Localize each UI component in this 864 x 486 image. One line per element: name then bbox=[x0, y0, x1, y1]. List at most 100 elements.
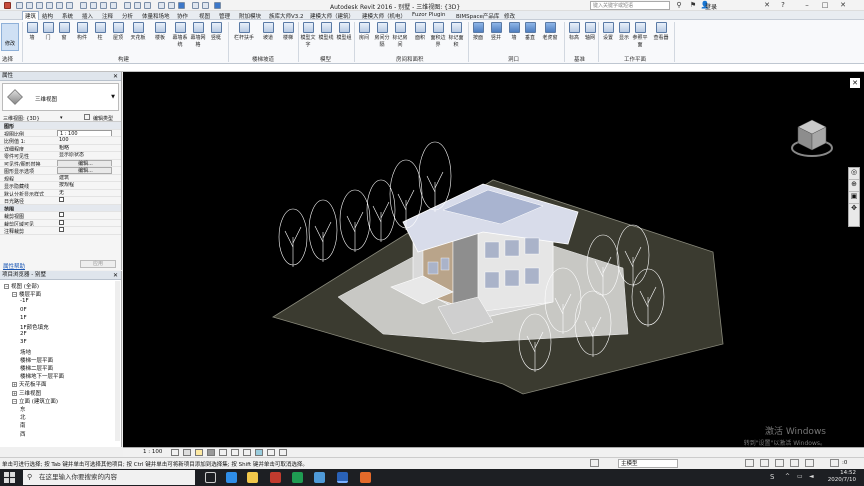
browser-tree-item[interactable]: + 三维视图 bbox=[12, 389, 41, 397]
property-row[interactable]: 详细程度 粗略 bbox=[0, 145, 121, 152]
editable-only-icon[interactable] bbox=[745, 459, 754, 467]
property-row[interactable]: 默认分析显示样式无 bbox=[0, 190, 121, 197]
viewer-button[interactable]: 查看器 bbox=[650, 22, 672, 41]
vertical-opening-button[interactable]: 垂直 bbox=[522, 22, 538, 41]
window-cascade-icon[interactable] bbox=[202, 2, 209, 9]
tab-systems[interactable]: 系统 bbox=[62, 12, 73, 20]
cursor-highlight-icon[interactable] bbox=[214, 2, 221, 9]
stair-button[interactable]: 楼梯 bbox=[280, 22, 296, 41]
reveal-hidden-icon[interactable] bbox=[279, 449, 287, 456]
pan-icon[interactable]: ✥ bbox=[849, 204, 859, 216]
app-icon-blue[interactable] bbox=[314, 472, 325, 483]
tab-annotate[interactable]: 注释 bbox=[102, 12, 113, 20]
property-checkbox-cell[interactable] bbox=[57, 227, 112, 234]
railing-button[interactable]: 栏杆扶手 bbox=[232, 22, 256, 41]
temp-hide-icon[interactable] bbox=[267, 449, 275, 456]
property-row[interactable]: 视图比例 1 : 100 bbox=[0, 129, 121, 137]
property-value[interactable]: 建筑 bbox=[57, 175, 112, 182]
property-row[interactable]: 可见性/图形替换 编辑... bbox=[0, 159, 121, 167]
viewcube[interactable] bbox=[788, 112, 836, 160]
print-icon[interactable] bbox=[66, 2, 73, 9]
file-explorer-icon[interactable] bbox=[247, 472, 258, 483]
browser-tree-item[interactable]: 场地 bbox=[20, 348, 31, 356]
door-button[interactable]: 门 bbox=[40, 22, 56, 41]
property-value[interactable]: 按规程 bbox=[57, 182, 112, 189]
modify-button[interactable]: 修改 bbox=[1, 23, 19, 51]
view-scale[interactable]: 1 : 100 bbox=[143, 449, 162, 455]
browser-tree-item[interactable]: 西 bbox=[20, 430, 26, 438]
area-boundary-button[interactable]: 面积边界 bbox=[430, 22, 446, 48]
wall-opening-button[interactable]: 墙 bbox=[506, 22, 522, 41]
redo-icon[interactable] bbox=[56, 2, 63, 9]
drag-on-selection-icon[interactable] bbox=[805, 459, 814, 467]
tray-chevron-icon[interactable]: ^ bbox=[785, 473, 790, 480]
area-button[interactable]: 面积 bbox=[412, 22, 428, 41]
component-button[interactable]: 构件 bbox=[74, 22, 90, 41]
tab-collaborate[interactable]: 协作 bbox=[177, 12, 188, 20]
checkbox[interactable] bbox=[59, 219, 64, 225]
close-hidden-windows-icon[interactable] bbox=[158, 2, 165, 9]
browser-tree-item[interactable]: 0F bbox=[20, 307, 27, 313]
tab-addins[interactable]: 附加模块 bbox=[239, 12, 261, 20]
detail-level-icon[interactable] bbox=[171, 449, 179, 456]
property-row[interactable]: 零件可见性 显示原状态 bbox=[0, 152, 121, 160]
property-row[interactable]: 图形显示选项 编辑... bbox=[0, 167, 121, 175]
show-crop-icon[interactable] bbox=[243, 449, 251, 456]
browser-scrollbar[interactable] bbox=[115, 281, 120, 441]
maximize-icon[interactable]: □ bbox=[818, 0, 832, 10]
lock-view-icon[interactable] bbox=[255, 449, 263, 456]
app-icon-green[interactable] bbox=[292, 472, 303, 483]
property-row[interactable]: 裁剪视图 bbox=[0, 212, 121, 220]
column-button[interactable]: 柱 bbox=[92, 22, 108, 41]
select-pinned-icon[interactable] bbox=[790, 459, 799, 467]
browser-tree-item[interactable]: − 视图 (全部) bbox=[4, 282, 39, 290]
tab-architecture[interactable]: 建筑 bbox=[22, 11, 40, 20]
browser-tree-item[interactable]: 1F bbox=[20, 315, 27, 321]
property-checkbox-cell[interactable] bbox=[57, 219, 112, 227]
tab-view[interactable]: 视图 bbox=[199, 12, 210, 20]
worksets-icon[interactable] bbox=[590, 459, 599, 467]
app-icon-orange[interactable] bbox=[360, 472, 371, 483]
model-group-button[interactable]: 模型组 bbox=[336, 22, 352, 41]
sign-in-link[interactable]: 登录 bbox=[705, 2, 717, 11]
minimize-icon[interactable]: – bbox=[800, 0, 814, 10]
browser-tree-item[interactable]: + 天花板平面 bbox=[12, 380, 47, 388]
tab-fuzor[interactable]: Fuzor Plugin bbox=[412, 12, 445, 18]
tab-structure[interactable]: 结构 bbox=[42, 12, 53, 20]
wall-button[interactable]: 墙 bbox=[24, 22, 40, 41]
tab-family-library[interactable]: 族库大师V3.2 bbox=[269, 12, 304, 20]
dimension-icon[interactable] bbox=[90, 2, 97, 9]
close-icon[interactable]: ✕ bbox=[836, 0, 850, 10]
select-underlay-icon[interactable] bbox=[775, 459, 784, 467]
browser-tree-item[interactable]: -1F bbox=[20, 298, 29, 304]
browser-tree-item[interactable]: 2F bbox=[20, 331, 27, 337]
edit-type-button[interactable]: 编辑类型 bbox=[93, 115, 113, 122]
save-icon[interactable] bbox=[26, 2, 33, 9]
3d-model-view[interactable] bbox=[123, 72, 864, 447]
windows-start-icon[interactable] bbox=[4, 472, 15, 483]
network-icon[interactable]: ▭ bbox=[797, 473, 803, 480]
tab-modify[interactable]: 修改 bbox=[504, 12, 515, 20]
property-row[interactable]: 裁剪区域可见 bbox=[0, 219, 121, 227]
taskbar-search-input[interactable]: 在这里输入你要搜索的内容 bbox=[23, 470, 195, 485]
expand-icon[interactable]: + bbox=[12, 382, 17, 388]
checkbox[interactable] bbox=[59, 212, 64, 217]
property-group-header[interactable]: 图形 bbox=[0, 122, 121, 130]
customize-qat-icon[interactable] bbox=[178, 2, 185, 9]
browser-tree-item[interactable]: 楼梯地下一层平面 bbox=[20, 372, 64, 380]
type-selector[interactable]: 三维视图 ▼ bbox=[2, 83, 119, 111]
browser-tree-item[interactable]: 3F bbox=[20, 339, 27, 345]
browser-tree-item[interactable]: − 立面 (建筑立面) bbox=[12, 397, 58, 405]
mullion-button[interactable]: 竖梃 bbox=[208, 22, 224, 41]
input-method-icon[interactable]: S bbox=[770, 473, 774, 481]
help-icon[interactable]: ? bbox=[776, 0, 790, 10]
property-group-header[interactable]: 范围 bbox=[0, 204, 121, 212]
property-row[interactable]: 注释裁剪 bbox=[0, 227, 121, 235]
active-workset-select[interactable]: 主模型 bbox=[618, 459, 678, 468]
curtain-system-button[interactable]: 幕墙系统 bbox=[172, 22, 188, 48]
ramp-button[interactable]: 坡道 bbox=[260, 22, 276, 41]
browser-tree-item[interactable]: 楼梯一层平面 bbox=[20, 356, 53, 364]
default-3d-view-icon[interactable] bbox=[124, 2, 131, 9]
revit-taskbar-icon[interactable] bbox=[337, 472, 348, 483]
open-icon[interactable] bbox=[16, 2, 23, 9]
